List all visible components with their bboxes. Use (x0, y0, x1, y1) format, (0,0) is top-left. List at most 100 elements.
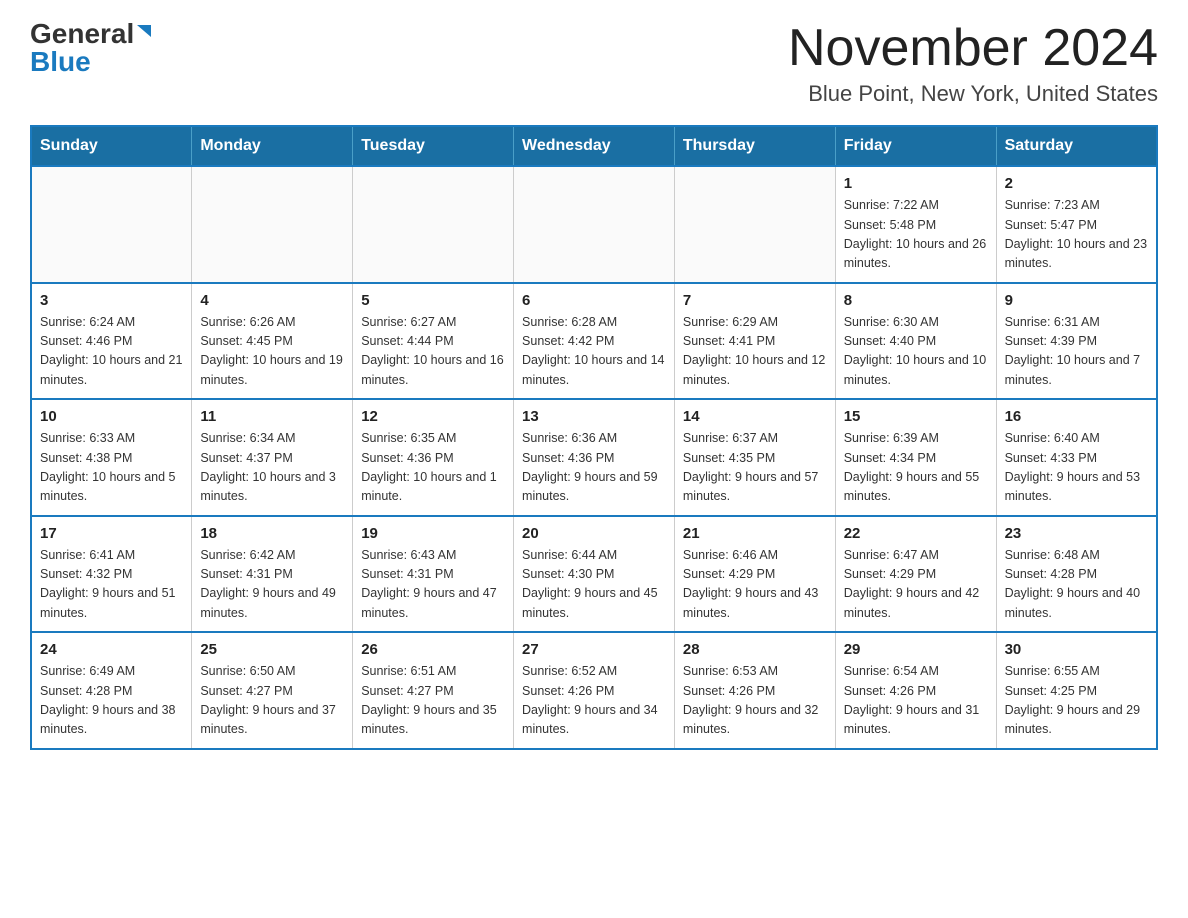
calendar-cell: 21 Sunrise: 6:46 AM Sunset: 4:29 PM Dayli… (674, 516, 835, 633)
day-number: 30 (1005, 641, 1148, 658)
calendar-cell: 3 Sunrise: 6:24 AM Sunset: 4:46 PM Daylig… (31, 283, 192, 400)
day-number: 21 (683, 525, 827, 542)
logo-general-text: General (30, 20, 134, 48)
day-number: 22 (844, 525, 988, 542)
calendar-cell: 13 Sunrise: 6:36 AM Sunset: 4:36 PM Dayli… (514, 399, 675, 516)
logo-arrow-icon (137, 25, 151, 37)
day-info: Sunrise: 6:33 AM Sunset: 4:38 PM Dayligh… (40, 429, 183, 507)
day-number: 26 (361, 641, 505, 658)
logo-blue-text: Blue (30, 48, 91, 76)
day-number: 25 (200, 641, 344, 658)
weekday-header-sunday: Sunday (31, 126, 192, 166)
calendar-cell: 12 Sunrise: 6:35 AM Sunset: 4:36 PM Dayli… (353, 399, 514, 516)
title-block: November 2024 Blue Point, New York, Unit… (788, 20, 1158, 107)
day-number: 6 (522, 292, 666, 309)
day-info: Sunrise: 6:24 AM Sunset: 4:46 PM Dayligh… (40, 313, 183, 391)
day-number: 29 (844, 641, 988, 658)
day-number: 24 (40, 641, 183, 658)
day-info: Sunrise: 6:43 AM Sunset: 4:31 PM Dayligh… (361, 546, 505, 624)
day-number: 9 (1005, 292, 1148, 309)
day-number: 8 (844, 292, 988, 309)
calendar-cell: 9 Sunrise: 6:31 AM Sunset: 4:39 PM Daylig… (996, 283, 1157, 400)
calendar-cell: 8Sunrise: 6:30 AM Sunset: 4:40 PM Daylig… (835, 283, 996, 400)
weekday-header-monday: Monday (192, 126, 353, 166)
day-info: Sunrise: 6:55 AM Sunset: 4:25 PM Dayligh… (1005, 662, 1148, 740)
weekday-header-friday: Friday (835, 126, 996, 166)
calendar-cell: 15 Sunrise: 6:39 AM Sunset: 4:34 PM Dayli… (835, 399, 996, 516)
day-number: 13 (522, 408, 666, 425)
calendar-cell (674, 166, 835, 283)
calendar-cell: 19 Sunrise: 6:43 AM Sunset: 4:31 PM Dayli… (353, 516, 514, 633)
day-number: 28 (683, 641, 827, 658)
day-number: 11 (200, 408, 344, 425)
day-number: 15 (844, 408, 988, 425)
calendar-cell: 11 Sunrise: 6:34 AM Sunset: 4:37 PM Dayli… (192, 399, 353, 516)
day-info: Sunrise: 6:48 AM Sunset: 4:28 PM Dayligh… (1005, 546, 1148, 624)
day-info: Sunrise: 6:29 AM Sunset: 4:41 PM Dayligh… (683, 313, 827, 391)
day-number: 18 (200, 525, 344, 542)
day-info: Sunrise: 6:27 AM Sunset: 4:44 PM Dayligh… (361, 313, 505, 391)
day-info: Sunrise: 6:52 AM Sunset: 4:26 PM Dayligh… (522, 662, 666, 740)
day-info: Sunrise: 6:31 AM Sunset: 4:39 PM Dayligh… (1005, 313, 1148, 391)
calendar-cell: 6 Sunrise: 6:28 AM Sunset: 4:42 PM Daylig… (514, 283, 675, 400)
day-info: Sunrise: 6:51 AM Sunset: 4:27 PM Dayligh… (361, 662, 505, 740)
calendar-week-row: 17 Sunrise: 6:41 AM Sunset: 4:32 PM Dayli… (31, 516, 1157, 633)
day-number: 1 (844, 175, 988, 192)
day-number: 12 (361, 408, 505, 425)
day-number: 17 (40, 525, 183, 542)
calendar-cell: 20 Sunrise: 6:44 AM Sunset: 4:30 PM Dayli… (514, 516, 675, 633)
calendar-cell: 22 Sunrise: 6:47 AM Sunset: 4:29 PM Dayli… (835, 516, 996, 633)
calendar-cell: 18 Sunrise: 6:42 AM Sunset: 4:31 PM Dayli… (192, 516, 353, 633)
day-info: Sunrise: 6:36 AM Sunset: 4:36 PM Dayligh… (522, 429, 666, 507)
day-info: Sunrise: 6:54 AM Sunset: 4:26 PM Dayligh… (844, 662, 988, 740)
calendar-cell: 30 Sunrise: 6:55 AM Sunset: 4:25 PM Dayli… (996, 632, 1157, 749)
calendar-cell (514, 166, 675, 283)
day-info: Sunrise: 6:42 AM Sunset: 4:31 PM Dayligh… (200, 546, 344, 624)
calendar-cell: 28 Sunrise: 6:53 AM Sunset: 4:26 PM Dayli… (674, 632, 835, 749)
calendar-cell: 2Sunrise: 7:23 AM Sunset: 5:47 PM Daylig… (996, 166, 1157, 283)
day-number: 14 (683, 408, 827, 425)
calendar-cell: 14 Sunrise: 6:37 AM Sunset: 4:35 PM Dayli… (674, 399, 835, 516)
day-number: 16 (1005, 408, 1148, 425)
day-info: Sunrise: 6:44 AM Sunset: 4:30 PM Dayligh… (522, 546, 666, 624)
calendar-cell: 7Sunrise: 6:29 AM Sunset: 4:41 PM Daylig… (674, 283, 835, 400)
day-info: Sunrise: 6:26 AM Sunset: 4:45 PM Dayligh… (200, 313, 344, 391)
day-number: 23 (1005, 525, 1148, 542)
day-info: Sunrise: 7:22 AM Sunset: 5:48 PM Dayligh… (844, 196, 988, 274)
calendar-cell: 4 Sunrise: 6:26 AM Sunset: 4:45 PM Daylig… (192, 283, 353, 400)
day-number: 3 (40, 292, 183, 309)
day-info: Sunrise: 6:35 AM Sunset: 4:36 PM Dayligh… (361, 429, 505, 507)
day-info: Sunrise: 6:50 AM Sunset: 4:27 PM Dayligh… (200, 662, 344, 740)
calendar-cell: 25 Sunrise: 6:50 AM Sunset: 4:27 PM Dayli… (192, 632, 353, 749)
day-info: Sunrise: 6:40 AM Sunset: 4:33 PM Dayligh… (1005, 429, 1148, 507)
calendar-cell: 27 Sunrise: 6:52 AM Sunset: 4:26 PM Dayli… (514, 632, 675, 749)
calendar-cell: 16 Sunrise: 6:40 AM Sunset: 4:33 PM Dayli… (996, 399, 1157, 516)
day-info: Sunrise: 6:28 AM Sunset: 4:42 PM Dayligh… (522, 313, 666, 391)
day-number: 20 (522, 525, 666, 542)
day-info: Sunrise: 7:23 AM Sunset: 5:47 PM Dayligh… (1005, 196, 1148, 274)
calendar-table: SundayMondayTuesdayWednesdayThursdayFrid… (30, 125, 1158, 750)
day-info: Sunrise: 6:37 AM Sunset: 4:35 PM Dayligh… (683, 429, 827, 507)
day-info: Sunrise: 6:46 AM Sunset: 4:29 PM Dayligh… (683, 546, 827, 624)
calendar-cell: 29 Sunrise: 6:54 AM Sunset: 4:26 PM Dayli… (835, 632, 996, 749)
day-number: 19 (361, 525, 505, 542)
calendar-week-row: 1 Sunrise: 7:22 AM Sunset: 5:48 PM Daylig… (31, 166, 1157, 283)
calendar-title: November 2024 (788, 20, 1158, 77)
day-number: 4 (200, 292, 344, 309)
day-info: Sunrise: 6:39 AM Sunset: 4:34 PM Dayligh… (844, 429, 988, 507)
page-header: General Blue November 2024 Blue Point, N… (30, 20, 1158, 107)
day-info: Sunrise: 6:41 AM Sunset: 4:32 PM Dayligh… (40, 546, 183, 624)
weekday-header-row: SundayMondayTuesdayWednesdayThursdayFrid… (31, 126, 1157, 166)
calendar-cell: 1 Sunrise: 7:22 AM Sunset: 5:48 PM Daylig… (835, 166, 996, 283)
weekday-header-saturday: Saturday (996, 126, 1157, 166)
logo: General Blue (30, 20, 151, 76)
calendar-cell (353, 166, 514, 283)
day-info: Sunrise: 6:49 AM Sunset: 4:28 PM Dayligh… (40, 662, 183, 740)
calendar-cell: 17 Sunrise: 6:41 AM Sunset: 4:32 PM Dayli… (31, 516, 192, 633)
day-info: Sunrise: 6:34 AM Sunset: 4:37 PM Dayligh… (200, 429, 344, 507)
calendar-cell: 26 Sunrise: 6:51 AM Sunset: 4:27 PM Dayli… (353, 632, 514, 749)
day-info: Sunrise: 6:53 AM Sunset: 4:26 PM Dayligh… (683, 662, 827, 740)
day-number: 27 (522, 641, 666, 658)
weekday-header-thursday: Thursday (674, 126, 835, 166)
day-info: Sunrise: 6:47 AM Sunset: 4:29 PM Dayligh… (844, 546, 988, 624)
